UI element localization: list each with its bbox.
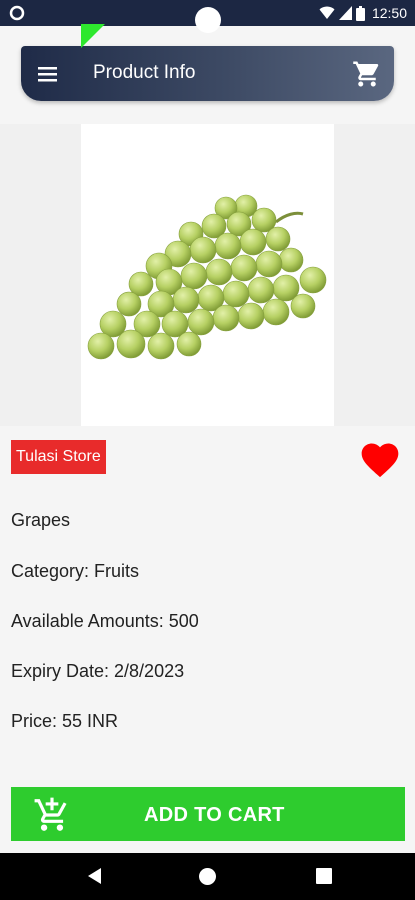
status-bar: 12:50	[0, 0, 415, 33]
product-available-amount: Available Amounts: 500	[11, 611, 199, 631]
recents-icon[interactable]	[316, 868, 332, 884]
store-badge[interactable]: Tulasi Store	[11, 440, 106, 474]
camera-notch	[195, 7, 221, 33]
hamburger-menu-icon[interactable]	[35, 61, 61, 87]
product-expiry-date: Expiry Date: 2/8/2023	[11, 661, 185, 681]
system-nav-bar	[0, 853, 415, 900]
add-to-cart-button[interactable]: ADD TO CART	[11, 787, 405, 841]
shopping-cart-icon[interactable]	[352, 59, 382, 89]
notification-circle-icon	[9, 5, 25, 21]
product-price: Price: 55 INR	[11, 711, 119, 731]
wifi-icon	[319, 6, 335, 19]
product-category: Category: Fruits	[11, 561, 140, 581]
status-time: 12:50	[371, 5, 407, 21]
product-image-grapes	[87, 194, 327, 360]
home-icon[interactable]	[199, 868, 216, 885]
product-name: Grapes	[11, 510, 71, 530]
signal-icon	[338, 6, 352, 20]
heart-icon[interactable]	[358, 438, 402, 482]
add-cart-icon	[34, 797, 67, 831]
app-bar: Product Info	[21, 46, 394, 101]
status-icons: 12:50	[319, 4, 407, 22]
add-to-cart-label: ADD TO CART	[144, 804, 285, 826]
product-image-card	[81, 124, 334, 426]
battery-icon	[355, 5, 365, 21]
page-title: Product Info	[93, 62, 196, 83]
product-image-area	[0, 124, 415, 426]
back-icon[interactable]	[86, 867, 104, 885]
corner-tag	[81, 24, 105, 48]
